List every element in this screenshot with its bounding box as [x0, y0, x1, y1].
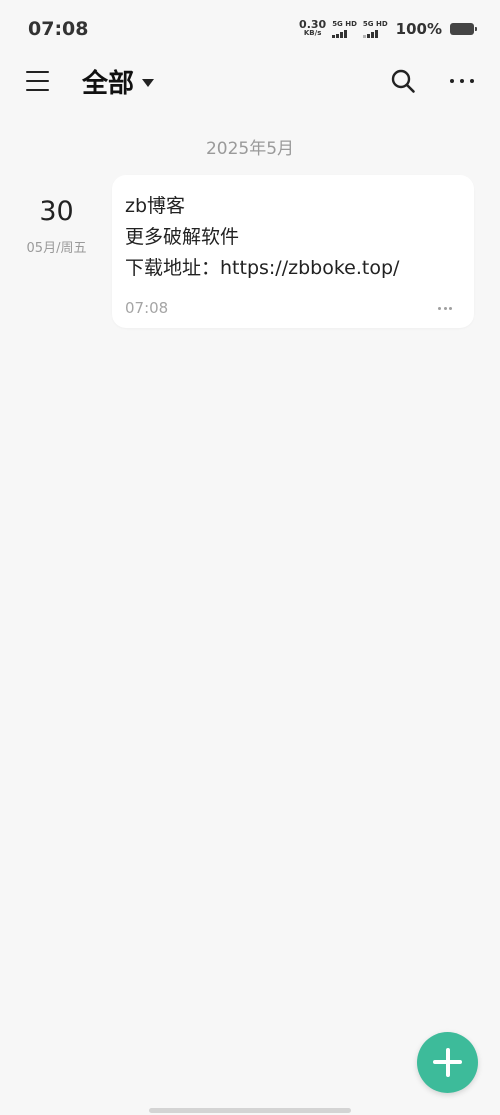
- gesture-bar[interactable]: [149, 1108, 351, 1113]
- network-speed: 0.30 KB/s: [299, 18, 327, 38]
- network-speed-unit: KB/s: [303, 29, 322, 37]
- menu-icon[interactable]: [26, 71, 49, 91]
- note-line: zb博客: [125, 195, 186, 217]
- search-icon[interactable]: [390, 68, 416, 94]
- sim1-label: 5G HD: [332, 20, 357, 28]
- status-bar: 07:08 0.30 KB/s 5G HD 5G HD 100%: [0, 0, 500, 58]
- sim2-label: 5G HD: [362, 20, 388, 28]
- note-card[interactable]: zb博客 更多破解软件 下载地址：https://zbboke.top/ 07:…: [112, 175, 474, 328]
- app-header: 全部: [0, 58, 500, 106]
- sim2-signal: 5G HD: [362, 20, 388, 38]
- note-line: 更多破解软件: [125, 226, 240, 248]
- status-indicators: 0.30 KB/s 5G HD 5G HD 100%: [299, 18, 477, 38]
- note-line: 下载地址：https://zbboke.top/: [125, 257, 400, 279]
- note-date-day: 30: [39, 196, 74, 227]
- sim1-signal: 5G HD: [332, 20, 357, 38]
- note-time: 07:08: [125, 299, 169, 317]
- month-header: 2025年5月: [205, 139, 295, 159]
- status-time: 07:08: [28, 18, 89, 40]
- caret-down-icon: [142, 78, 155, 87]
- network-speed-value: 0.30: [299, 18, 327, 31]
- note-date-weekday: 05月/周五: [26, 241, 87, 256]
- battery-percent: 100%: [395, 20, 442, 38]
- add-note-button[interactable]: [417, 1032, 478, 1093]
- signal-bars-icon: [362, 30, 378, 38]
- battery-icon: [450, 23, 477, 35]
- more-icon[interactable]: [450, 68, 474, 94]
- page-title: 全部: [82, 69, 135, 99]
- note-more-icon[interactable]: [438, 306, 452, 310]
- notes-screen: 07:08 0.30 KB/s 5G HD 5G HD 100% 全部 2025…: [0, 0, 500, 1115]
- signal-bars-icon: [332, 30, 348, 38]
- folder-selector[interactable]: 全部: [82, 63, 155, 100]
